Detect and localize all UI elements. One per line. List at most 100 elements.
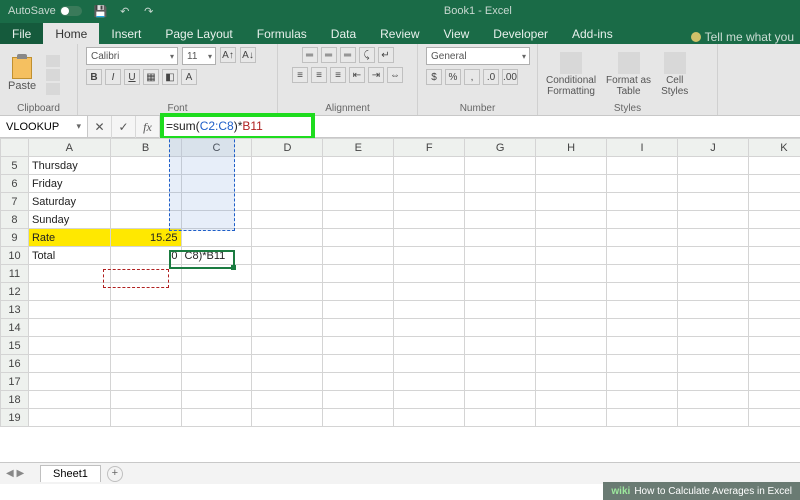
col-header[interactable]: A — [28, 139, 110, 157]
cell[interactable] — [677, 247, 748, 265]
toggle-switch-icon[interactable] — [60, 6, 82, 16]
cell[interactable] — [110, 409, 181, 427]
align-center-icon[interactable]: ≡ — [311, 67, 327, 83]
cell[interactable] — [323, 247, 394, 265]
bold-button[interactable]: B — [86, 69, 102, 85]
increase-font-icon[interactable]: A↑ — [220, 47, 236, 63]
cell[interactable] — [110, 175, 181, 193]
cell[interactable] — [677, 265, 748, 283]
new-sheet-button[interactable]: + — [107, 466, 123, 482]
cell[interactable] — [252, 391, 323, 409]
cell[interactable] — [465, 355, 536, 373]
border-button[interactable]: ▦ — [143, 69, 159, 85]
cell[interactable] — [465, 175, 536, 193]
cell[interactable] — [394, 193, 465, 211]
cell[interactable] — [110, 319, 181, 337]
col-header[interactable]: F — [394, 139, 465, 157]
worksheet-grid[interactable]: A B C D E F G H I J K 5Thursday6Friday7S… — [0, 138, 800, 478]
cell[interactable] — [252, 373, 323, 391]
cell[interactable] — [536, 247, 607, 265]
cell[interactable] — [252, 229, 323, 247]
tab-formulas[interactable]: Formulas — [245, 23, 319, 44]
cell[interactable] — [110, 337, 181, 355]
cell[interactable] — [323, 301, 394, 319]
underline-button[interactable]: U — [124, 69, 140, 85]
cell[interactable] — [607, 355, 678, 373]
name-box[interactable]: VLOOKUP ▾ — [0, 116, 88, 137]
cell[interactable] — [677, 175, 748, 193]
cell[interactable] — [181, 283, 252, 301]
cell[interactable] — [677, 409, 748, 427]
cell[interactable] — [110, 157, 181, 175]
cell[interactable] — [252, 283, 323, 301]
cell[interactable] — [181, 337, 252, 355]
percent-icon[interactable]: % — [445, 69, 461, 85]
autosave-toggle[interactable]: AutoSave — [8, 5, 82, 17]
row-header[interactable]: 14 — [1, 319, 29, 337]
cell[interactable] — [607, 301, 678, 319]
cell[interactable] — [607, 229, 678, 247]
cell[interactable]: Sunday — [28, 211, 110, 229]
format-as-table-button[interactable]: Format as Table — [606, 52, 651, 97]
decrease-indent-icon[interactable]: ⇤ — [349, 67, 365, 83]
cell[interactable] — [748, 247, 800, 265]
align-top-icon[interactable]: ═ — [302, 47, 318, 63]
merge-center-icon[interactable]: ⇔ — [387, 67, 403, 83]
tab-developer[interactable]: Developer — [481, 23, 560, 44]
cell[interactable]: Total — [28, 247, 110, 265]
cell[interactable] — [110, 193, 181, 211]
cell[interactable] — [536, 373, 607, 391]
cell[interactable] — [677, 301, 748, 319]
cell[interactable] — [394, 247, 465, 265]
cell[interactable] — [252, 175, 323, 193]
cell[interactable] — [323, 175, 394, 193]
cell[interactable] — [536, 229, 607, 247]
row-header[interactable]: 13 — [1, 301, 29, 319]
cell[interactable] — [181, 157, 252, 175]
cell[interactable] — [181, 193, 252, 211]
cell[interactable] — [536, 409, 607, 427]
cell-styles-button[interactable]: Cell Styles — [661, 52, 688, 97]
row-header[interactable]: 8 — [1, 211, 29, 229]
col-header[interactable]: J — [677, 139, 748, 157]
cell[interactable] — [252, 157, 323, 175]
cell[interactable] — [465, 211, 536, 229]
cell[interactable] — [607, 247, 678, 265]
cell[interactable] — [607, 319, 678, 337]
cut-icon[interactable] — [46, 55, 60, 67]
cell[interactable] — [394, 301, 465, 319]
cell[interactable] — [181, 301, 252, 319]
cell[interactable] — [323, 265, 394, 283]
cell[interactable] — [677, 373, 748, 391]
cell[interactable] — [748, 301, 800, 319]
row-header[interactable]: 7 — [1, 193, 29, 211]
cell[interactable] — [748, 355, 800, 373]
cell[interactable] — [677, 355, 748, 373]
cell[interactable] — [181, 391, 252, 409]
redo-icon[interactable]: ↷ — [142, 5, 156, 18]
cell[interactable] — [465, 193, 536, 211]
cell[interactable] — [323, 373, 394, 391]
cell[interactable] — [748, 193, 800, 211]
comma-icon[interactable]: , — [464, 69, 480, 85]
sheet-tab[interactable]: Sheet1 — [40, 465, 101, 482]
italic-button[interactable]: I — [105, 69, 121, 85]
cell[interactable] — [252, 301, 323, 319]
align-middle-icon[interactable]: ═ — [321, 47, 337, 63]
cell[interactable] — [28, 283, 110, 301]
cell[interactable] — [394, 355, 465, 373]
cell[interactable] — [181, 175, 252, 193]
cell[interactable] — [28, 337, 110, 355]
cell[interactable] — [252, 319, 323, 337]
cell[interactable] — [323, 283, 394, 301]
cell[interactable] — [536, 337, 607, 355]
row-header[interactable]: 15 — [1, 337, 29, 355]
cell[interactable] — [252, 409, 323, 427]
cell[interactable] — [110, 211, 181, 229]
cell[interactable] — [252, 193, 323, 211]
cell[interactable] — [181, 211, 252, 229]
tab-home[interactable]: Home — [43, 23, 99, 44]
number-format-select[interactable]: General — [426, 47, 530, 65]
cell[interactable] — [28, 301, 110, 319]
font-name-select[interactable]: Calibri — [86, 47, 178, 65]
